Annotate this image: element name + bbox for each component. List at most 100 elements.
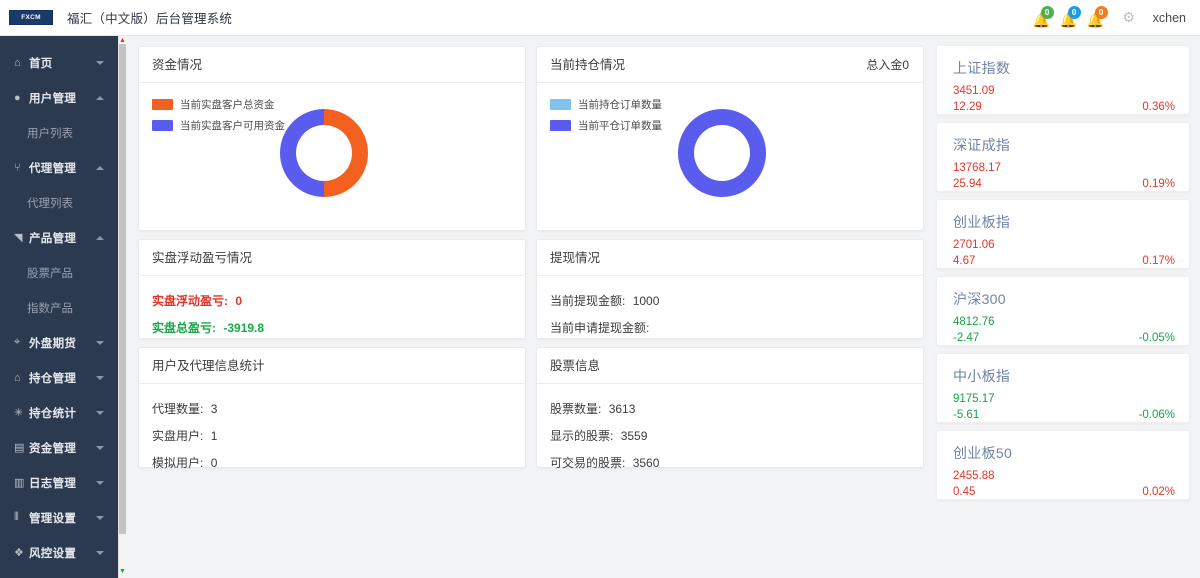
sidebar-item-label: 产品管理 xyxy=(29,230,76,246)
index-card-2[interactable]: 创业板指2701.064.670.17% xyxy=(936,199,1190,269)
sidebar-item-10[interactable]: ❖风控设置 xyxy=(0,535,120,570)
notification-bell-green[interactable]: 🔔 0 xyxy=(1030,5,1057,31)
index-card-3[interactable]: 沪深3004812.76-2.47-0.05% xyxy=(936,276,1190,346)
index-percent: -0.06% xyxy=(1139,409,1175,421)
chevron-down-icon xyxy=(96,376,104,380)
card-pnl-body: 实盘浮动盈亏: 0 实盘总盈亏: -3919.8 xyxy=(139,276,525,336)
index-card-5[interactable]: 创业板502455.880.450.02% xyxy=(936,430,1190,500)
shield-icon: ❖ xyxy=(14,546,29,559)
notification-badge-orange: 0 xyxy=(1095,6,1108,19)
chevron-down-icon xyxy=(96,551,104,555)
sidebar-item-label: 首页 xyxy=(29,55,53,71)
sidebar-item-6[interactable]: ✳持仓统计 xyxy=(0,395,120,430)
agent-count-label: 代理数量: xyxy=(152,402,203,416)
stock-tradable-row: 可交易的股票: 3560 xyxy=(550,454,923,471)
card-stocks-body: 股票数量: 3613 显示的股票: 3559 可交易的股票: 3560 xyxy=(537,384,923,471)
sidebar-scroll-down-icon[interactable]: ▼ xyxy=(119,568,126,576)
left-sidebar: ⌂首页●用户管理用户列表⑂代理管理代理列表◥产品管理股票产品指数产品⌖外盘期货⌂… xyxy=(0,36,120,578)
wallet-icon: ▤ xyxy=(14,441,29,454)
header-actions: 🔔 0 🔔 0 🔔 0 ⚙ xchen xyxy=(1030,5,1200,31)
card-withdraw: 提现情况 当前提现金额: 1000 当前申请提现金额: xyxy=(536,239,924,339)
card-withdraw-title: 提现情况 xyxy=(537,240,923,276)
index-change: 25.94 xyxy=(953,178,982,190)
pnl-floating-row: 实盘浮动盈亏: 0 xyxy=(152,292,525,309)
card-stocks-title: 股票信息 xyxy=(537,348,923,384)
sidebar-scrollbar-thumb[interactable] xyxy=(119,44,126,534)
stock-tradable-label: 可交易的股票: xyxy=(550,456,625,470)
sidebar-item-label: 日志管理 xyxy=(29,475,76,491)
legend-item-total-funds[interactable]: 当前实盘客户总资金 xyxy=(152,97,525,112)
card-funds-title: 资金情况 xyxy=(139,47,525,83)
sidebar-item-0[interactable]: ⌂首页 xyxy=(0,45,120,80)
index-change: 4.67 xyxy=(953,255,975,267)
sidebar-item-9[interactable]: ⦀管理设置 xyxy=(0,500,120,535)
index-price: 2701.06 xyxy=(953,239,1175,251)
legend-item-open-orders[interactable]: 当前持仓订单数量 xyxy=(550,97,923,112)
sidebar-item-8[interactable]: ▥日志管理 xyxy=(0,465,120,500)
sidebar-item-5[interactable]: ⌂持仓管理 xyxy=(0,360,120,395)
sidebar-item-11[interactable]: ⚙系统基本设置 xyxy=(0,570,120,578)
user-icon: ● xyxy=(14,92,29,104)
sidebar-item-1[interactable]: ●用户管理 xyxy=(0,80,120,115)
globe-icon: ⌖ xyxy=(14,336,29,349)
index-price: 3451.09 xyxy=(953,85,1175,97)
donut-chart-positions xyxy=(678,109,766,197)
index-percent: 0.19% xyxy=(1142,178,1175,190)
chevron-down-icon xyxy=(96,61,104,65)
sidebar-subitem-1-0[interactable]: 用户列表 xyxy=(0,115,120,150)
index-name: 上证指数 xyxy=(953,58,1175,78)
index-card-1[interactable]: 深证成指13768.1725.940.19% xyxy=(936,122,1190,192)
agent-count-value: 3 xyxy=(211,402,218,416)
index-change: 12.29 xyxy=(953,101,982,113)
card-stocks: 股票信息 股票数量: 3613 显示的股票: 3559 可交易的股票: 3560 xyxy=(536,347,924,468)
stock-shown-label: 显示的股票: xyxy=(550,429,613,443)
sidebar-subitem-3-0[interactable]: 股票产品 xyxy=(0,255,120,290)
notification-bell-blue[interactable]: 🔔 0 xyxy=(1057,5,1084,31)
username-label[interactable]: xchen xyxy=(1153,11,1186,25)
stock-count-value: 3613 xyxy=(609,402,636,416)
sidebar-item-3[interactable]: ◥产品管理 xyxy=(0,220,120,255)
chevron-up-icon xyxy=(96,166,104,170)
index-percent: 0.17% xyxy=(1142,255,1175,267)
sidebar-item-2[interactable]: ⑂代理管理 xyxy=(0,150,120,185)
chevron-up-icon xyxy=(96,96,104,100)
legend-label: 当前持仓订单数量 xyxy=(578,97,662,112)
index-name: 深证成指 xyxy=(953,135,1175,155)
index-price: 9175.17 xyxy=(953,393,1175,405)
card-pnl-title: 实盘浮动盈亏情况 xyxy=(139,240,525,276)
legend-label: 当前实盘客户总资金 xyxy=(180,97,275,112)
index-card-4[interactable]: 中小板指 9175.17 -5.61 -0.06% xyxy=(936,353,1190,423)
sidebar-item-label: 用户管理 xyxy=(29,90,76,106)
sidebar-item-label: 资金管理 xyxy=(29,440,76,456)
agent-count-row: 代理数量: 3 xyxy=(152,400,525,417)
sidebar-subitem-2-0[interactable]: 代理列表 xyxy=(0,185,120,220)
chevron-down-icon xyxy=(96,481,104,485)
index-percent: -0.05% xyxy=(1139,332,1175,344)
chevron-up-icon xyxy=(96,236,104,240)
total-deposit-label: 总入金0 xyxy=(866,47,909,83)
card-funds-body: 当前实盘客户总资金 当前实盘客户可用资金 xyxy=(139,83,525,231)
notification-bell-orange[interactable]: 🔔 0 xyxy=(1084,5,1111,31)
demo-user-label: 模拟用户: xyxy=(152,456,203,470)
gear-icon[interactable]: ⚙ xyxy=(1117,6,1141,30)
index-name: 中小板指 xyxy=(953,366,1175,386)
sidebar-item-7[interactable]: ▤资金管理 xyxy=(0,430,120,465)
donut-chart-funds xyxy=(280,109,368,197)
archive-icon: ⌂ xyxy=(14,372,29,384)
withdraw-amount-row: 当前提现金额: 1000 xyxy=(550,292,923,309)
sliders-icon: ⦀ xyxy=(14,511,29,524)
card-pnl: 实盘浮动盈亏情况 实盘浮动盈亏: 0 实盘总盈亏: -3919.8 xyxy=(138,239,526,339)
index-price: 2455.88 xyxy=(953,470,1175,482)
chart-icon: ◥ xyxy=(14,231,29,244)
stock-count-row: 股票数量: 3613 xyxy=(550,400,923,417)
brand-logo: FXCM xyxy=(9,10,53,25)
top-header: FXCM 福汇（中文版）后台管理系统 🔔 0 🔔 0 🔔 0 ⚙ xchen xyxy=(0,0,1200,36)
pnl-floating-label: 实盘浮动盈亏: xyxy=(152,294,228,308)
card-users-body: 代理数量: 3 实盘用户: 1 模拟用户: 0 xyxy=(139,384,525,471)
card-positions: 当前持仓情况 总入金0 当前持仓订单数量 当前平仓订单数量 xyxy=(536,46,924,231)
index-card-0[interactable]: 上证指数3451.0912.290.36% xyxy=(936,45,1190,115)
demo-user-row: 模拟用户: 0 xyxy=(152,454,525,471)
sidebar-item-4[interactable]: ⌖外盘期货 xyxy=(0,325,120,360)
index-change: -5.61 xyxy=(953,409,979,421)
sidebar-subitem-3-1[interactable]: 指数产品 xyxy=(0,290,120,325)
